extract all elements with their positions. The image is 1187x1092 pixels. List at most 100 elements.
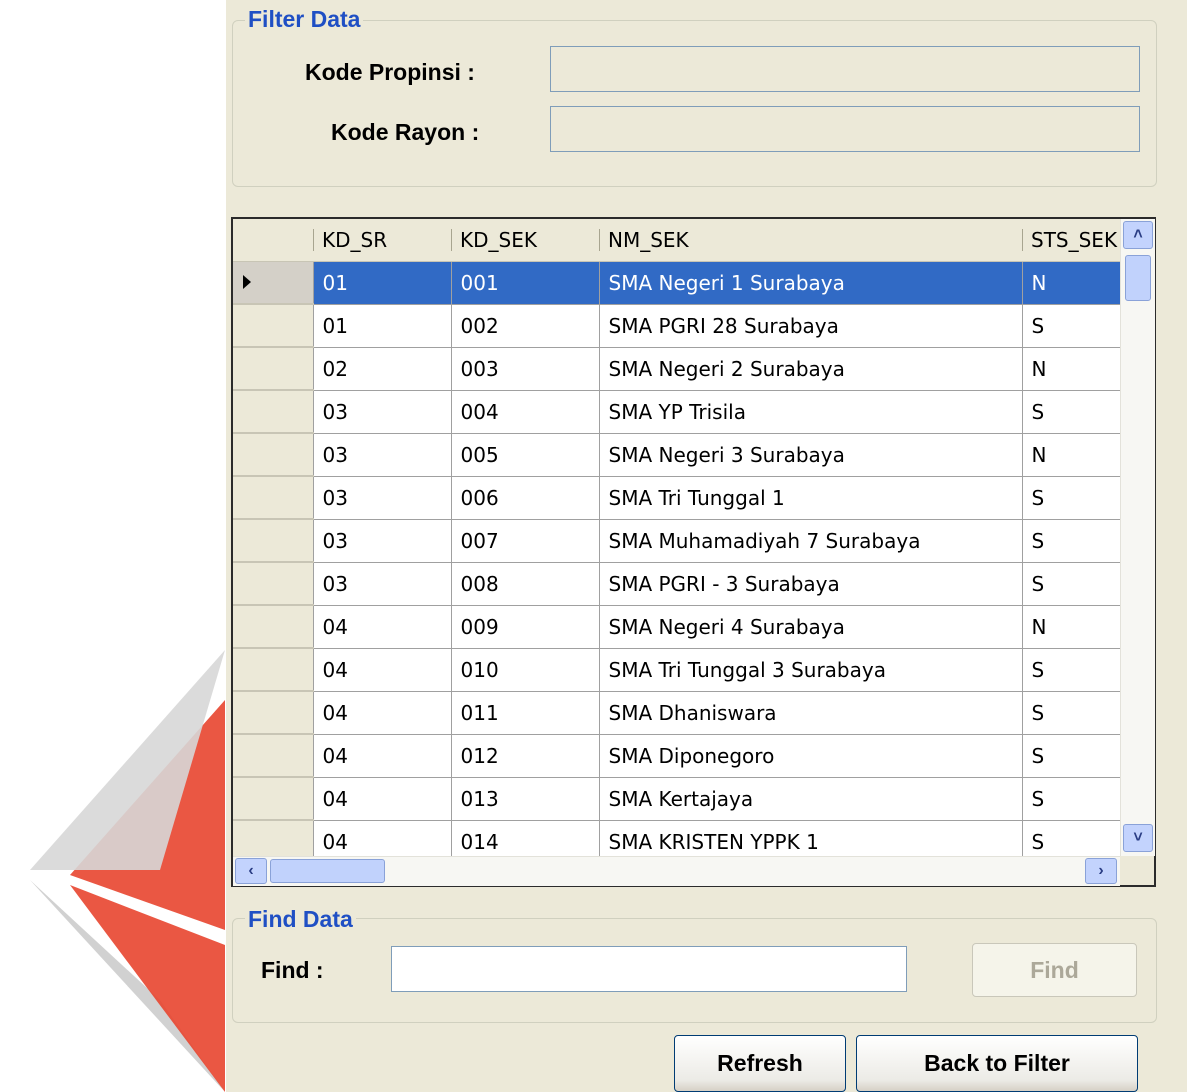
- scroll-down-button[interactable]: ˅: [1123, 824, 1153, 852]
- cell-sts-sek[interactable]: S: [1021, 733, 1133, 778]
- table-row[interactable]: 04 013 SMA Kertajaya S: [233, 776, 1133, 821]
- cell-nm-sek[interactable]: SMA PGRI 28 Surabaya: [598, 303, 1023, 348]
- cell-nm-sek[interactable]: SMA Negeri 2 Surabaya: [598, 346, 1023, 391]
- row-header[interactable]: [233, 347, 313, 391]
- table-row[interactable]: 03 007 SMA Muhamadiyah 7 Surabaya S: [233, 518, 1133, 563]
- cell-kd-sr[interactable]: 04: [312, 647, 452, 692]
- row-header[interactable]: [233, 777, 313, 821]
- scroll-left-button[interactable]: ‹: [235, 858, 267, 884]
- kode-rayon-field[interactable]: [550, 106, 1140, 152]
- row-header[interactable]: [233, 476, 313, 520]
- table-row[interactable]: 04 011 SMA Dhaniswara S: [233, 690, 1133, 735]
- cell-kd-sek[interactable]: 004: [450, 389, 600, 434]
- table-row[interactable]: 01 001 SMA Negeri 1 Surabaya N: [233, 260, 1133, 305]
- row-header[interactable]: [233, 605, 313, 649]
- find-field[interactable]: [391, 946, 907, 992]
- cell-kd-sek[interactable]: 007: [450, 518, 600, 563]
- horizontal-scroll-thumb[interactable]: [270, 859, 385, 883]
- cell-sts-sek[interactable]: N: [1021, 604, 1133, 649]
- kode-propinsi-field[interactable]: [550, 46, 1140, 92]
- cell-nm-sek[interactable]: SMA Tri Tunggal 1: [598, 475, 1023, 520]
- table-row[interactable]: 02 003 SMA Negeri 2 Surabaya N: [233, 346, 1133, 391]
- cell-sts-sek[interactable]: N: [1021, 432, 1133, 477]
- find-button[interactable]: Find: [972, 943, 1137, 997]
- cell-sts-sek[interactable]: S: [1021, 389, 1133, 434]
- column-header-nm-sek[interactable]: NM_SEK: [599, 219, 1022, 262]
- cell-kd-sek[interactable]: 009: [450, 604, 600, 649]
- cell-sts-sek[interactable]: S: [1021, 561, 1133, 606]
- cell-nm-sek[interactable]: SMA Diponegoro: [598, 733, 1023, 778]
- kode-propinsi-input[interactable]: [551, 47, 1139, 91]
- cell-kd-sr[interactable]: 03: [312, 475, 452, 520]
- cell-kd-sek[interactable]: 006: [450, 475, 600, 520]
- table-row[interactable]: 04 010 SMA Tri Tunggal 3 Surabaya S: [233, 647, 1133, 692]
- cell-sts-sek[interactable]: S: [1021, 690, 1133, 735]
- row-header[interactable]: [233, 648, 313, 692]
- table-row[interactable]: 01 002 SMA PGRI 28 Surabaya S: [233, 303, 1133, 348]
- row-header[interactable]: [233, 734, 313, 778]
- cell-kd-sek[interactable]: 003: [450, 346, 600, 391]
- cell-kd-sek[interactable]: 001: [450, 260, 600, 305]
- cell-kd-sek[interactable]: 010: [450, 647, 600, 692]
- cell-nm-sek[interactable]: SMA Negeri 3 Surabaya: [598, 432, 1023, 477]
- column-header-sts-sek[interactable]: STS_SEK: [1022, 219, 1132, 262]
- table-row[interactable]: 04 009 SMA Negeri 4 Surabaya N: [233, 604, 1133, 649]
- cell-sts-sek[interactable]: S: [1021, 303, 1133, 348]
- column-header-kd-sr[interactable]: KD_SR: [313, 219, 451, 262]
- table-row[interactable]: 03 006 SMA Tri Tunggal 1S: [233, 475, 1133, 520]
- vertical-scrollbar[interactable]: ˄ ˅: [1120, 219, 1155, 856]
- cell-kd-sr[interactable]: 01: [312, 303, 452, 348]
- refresh-button[interactable]: Refresh: [674, 1035, 846, 1092]
- cell-nm-sek[interactable]: SMA PGRI - 3 Surabaya: [598, 561, 1023, 606]
- cell-kd-sek[interactable]: 012: [450, 733, 600, 778]
- cell-kd-sr[interactable]: 04: [312, 733, 452, 778]
- cell-kd-sr[interactable]: 03: [312, 432, 452, 477]
- row-header[interactable]: [233, 562, 313, 606]
- row-header[interactable]: [233, 261, 313, 305]
- cell-sts-sek[interactable]: S: [1021, 647, 1133, 692]
- table-row[interactable]: 03 008 SMA PGRI - 3 Surabaya S: [233, 561, 1133, 606]
- cell-kd-sek[interactable]: 005: [450, 432, 600, 477]
- table-row[interactable]: 03 005 SMA Negeri 3 Surabaya N: [233, 432, 1133, 477]
- cell-nm-sek[interactable]: SMA Kertajaya: [598, 776, 1023, 821]
- cell-kd-sr[interactable]: 03: [312, 389, 452, 434]
- cell-kd-sr[interactable]: 02: [312, 346, 452, 391]
- row-header[interactable]: [233, 519, 313, 563]
- cell-kd-sek[interactable]: 002: [450, 303, 600, 348]
- cell-kd-sr[interactable]: 03: [312, 561, 452, 606]
- row-header[interactable]: [233, 433, 313, 477]
- cell-nm-sek[interactable]: SMA Tri Tunggal 3 Surabaya: [598, 647, 1023, 692]
- table-row[interactable]: 04 012 SMA Diponegoro S: [233, 733, 1133, 778]
- scroll-right-button[interactable]: ›: [1085, 858, 1117, 884]
- cell-kd-sr[interactable]: 04: [312, 690, 452, 735]
- column-header-kd-sek[interactable]: KD_SEK: [451, 219, 599, 262]
- cell-sts-sek[interactable]: S: [1021, 518, 1133, 563]
- cell-sts-sek[interactable]: N: [1021, 260, 1133, 305]
- cell-kd-sr[interactable]: 04: [312, 776, 452, 821]
- cell-nm-sek[interactable]: SMA Dhaniswara: [598, 690, 1023, 735]
- row-header[interactable]: [233, 304, 313, 348]
- cell-kd-sr[interactable]: 03: [312, 518, 452, 563]
- kode-rayon-input[interactable]: [551, 107, 1139, 151]
- cell-sts-sek[interactable]: N: [1021, 346, 1133, 391]
- cell-sts-sek[interactable]: S: [1021, 475, 1133, 520]
- cell-kd-sek[interactable]: 013: [450, 776, 600, 821]
- scroll-up-button[interactable]: ˄: [1123, 221, 1153, 249]
- cell-sts-sek[interactable]: S: [1021, 776, 1133, 821]
- school-data-grid[interactable]: KD_SR KD_SEK NM_SEK STS_SEK 01 001 SMA Neg…: [231, 217, 1156, 887]
- find-input[interactable]: [392, 947, 906, 991]
- cell-nm-sek[interactable]: SMA Negeri 4 Surabaya: [598, 604, 1023, 649]
- row-header[interactable]: [233, 390, 313, 434]
- cell-kd-sek[interactable]: 008: [450, 561, 600, 606]
- cell-kd-sr[interactable]: 04: [312, 604, 452, 649]
- cell-kd-sr[interactable]: 01: [312, 260, 452, 305]
- back-to-filter-button[interactable]: Back to Filter: [856, 1035, 1138, 1092]
- cell-nm-sek[interactable]: SMA YP Trisila: [598, 389, 1023, 434]
- row-header[interactable]: [233, 691, 313, 735]
- cell-nm-sek[interactable]: SMA Negeri 1 Surabaya: [598, 260, 1023, 305]
- cell-nm-sek[interactable]: SMA Muhamadiyah 7 Surabaya: [598, 518, 1023, 563]
- horizontal-scrollbar[interactable]: ‹ ›: [233, 856, 1120, 886]
- cell-kd-sek[interactable]: 011: [450, 690, 600, 735]
- vertical-scroll-thumb[interactable]: [1125, 255, 1151, 301]
- table-row[interactable]: 03 004 SMA YP Trisila S: [233, 389, 1133, 434]
